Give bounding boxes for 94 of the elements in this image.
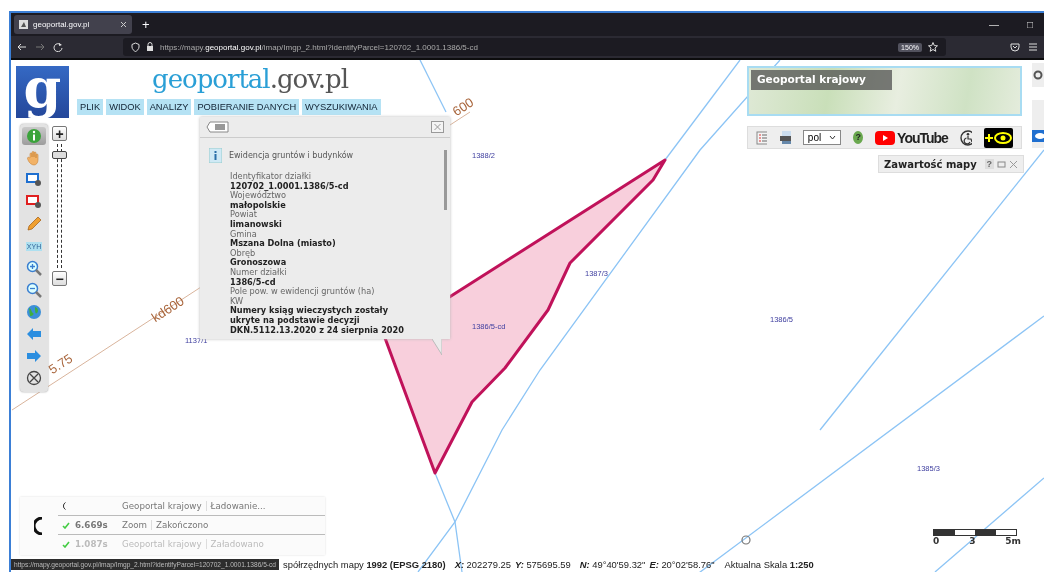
coordinate: X: 202279.25: [454, 559, 511, 570]
layer-name: Zoom: [122, 520, 148, 530]
globe-icon: [25, 303, 43, 321]
area-clear-icon: [25, 193, 43, 211]
field-label: Powiat: [230, 210, 257, 220]
zoom-slider-thumb[interactable]: [52, 150, 67, 159]
spinner-icon: [34, 517, 44, 535]
area-select-icon: [25, 171, 43, 189]
zoom-in-icon: [25, 259, 43, 277]
scale-label: 5m: [1005, 536, 1021, 546]
favicon-icon: [19, 20, 28, 29]
youtube-link[interactable]: YouTube: [875, 129, 948, 146]
load-time: 1.087s: [75, 539, 108, 549]
legend-icon[interactable]: [756, 130, 767, 145]
layer-name: Geoportal krajowy: [122, 539, 202, 549]
scale-label: 3: [969, 536, 976, 546]
window-control-button[interactable]: □: [1015, 19, 1044, 30]
caret-icon: [829, 135, 837, 140]
bookmark-star-icon[interactable]: [928, 42, 938, 52]
list-icon[interactable]: [206, 121, 230, 133]
field-value: Mszana Dolna (miasto): [230, 239, 337, 249]
wheelchair-icon[interactable]: [959, 129, 973, 146]
info-icon: [25, 127, 43, 145]
zoom-in-button[interactable]: +: [52, 126, 67, 141]
site-title[interactable]: geoportal.gov.pl: [152, 64, 349, 94]
gear-icon[interactable]: [1033, 70, 1043, 80]
pocket-icon[interactable]: [1010, 42, 1020, 52]
menu-item[interactable]: ANALIZY: [146, 99, 192, 115]
help-button[interactable]: ?: [984, 159, 994, 169]
maximize-icon[interactable]: [997, 159, 1006, 169]
coordinate-system: spółrzędnych mapy 1992 (EPSG 2180): [283, 559, 446, 570]
help-button[interactable]: ?: [853, 131, 864, 144]
road-label: 600: [449, 94, 477, 119]
field-value: 1386/5-cd: [230, 277, 277, 287]
field-label: Województwo: [230, 191, 287, 201]
zoom-slider[interactable]: [52, 141, 67, 271]
zoom-out-icon: [25, 281, 43, 299]
eye-icon[interactable]: [1032, 130, 1044, 142]
panel-title: Zawartość mapy: [884, 158, 978, 170]
back-icon[interactable]: [17, 42, 27, 52]
menu-icon[interactable]: [1028, 42, 1038, 52]
scrollbar[interactable]: [444, 150, 447, 210]
printer-icon[interactable]: [778, 130, 791, 145]
map-scale: Aktualna Skala 1:250: [724, 559, 814, 570]
load-status: Załadowano: [205, 539, 264, 549]
field-label: Obręb: [230, 248, 256, 259]
browser-tab[interactable]: geoportal.gov.pl: [14, 15, 132, 34]
forward-icon[interactable]: [35, 42, 45, 52]
field-value: Gronoszowa: [230, 258, 288, 268]
load-status: Zakończono: [151, 520, 209, 530]
load-time: 6.669s: [75, 520, 108, 530]
close-icon[interactable]: [120, 21, 127, 28]
point-marker: [741, 535, 751, 545]
new-tab-button[interactable]: +: [138, 17, 154, 32]
coordinate: N: 49°40'59.32": [579, 559, 646, 570]
coordinate: Y: 575695.59: [514, 559, 571, 570]
tool-button[interactable]: [22, 127, 46, 145]
contrast-button[interactable]: [984, 127, 1013, 148]
menu-item[interactable]: WIDOK: [106, 99, 144, 115]
tab-title: geoportal.gov.pl: [33, 20, 91, 29]
pencil-icon: [25, 215, 43, 233]
url-text: https://mapy.geoportal.gov.pl/imap/Imgp_2.html?identifyParcel=120702_1.0001.1386/5-cd: [160, 42, 478, 52]
menu-item[interactable]: PLIK: [77, 99, 104, 115]
window-control-button[interactable]: —: [977, 19, 1010, 30]
field-label: Pole pow. w ewidencji gruntów (ha): [230, 287, 376, 297]
menu-item[interactable]: WYSZUKIWANIA: [302, 99, 381, 115]
language-select[interactable]: pol: [802, 130, 842, 145]
coordinate: E: 20°02'58.76": [649, 559, 715, 570]
crosshair-icon: [25, 369, 43, 387]
field-value: 120702_1.0001.1386/5-cd: [230, 181, 350, 192]
field-value: Numery ksiąg wieczystych zostały ukryte na podstawie decyzji DKN.5112.13.2020 z 24 sierpnia 2020: [230, 306, 405, 336]
load-status: Ładowanie...: [205, 501, 266, 511]
plus-icon: [984, 133, 993, 142]
eye-icon: [994, 131, 1013, 144]
play-icon: [875, 130, 896, 145]
shield-icon: [131, 42, 140, 52]
logo[interactable]: g: [16, 66, 69, 118]
scale-label: 0: [933, 536, 940, 546]
layer-name: Geoportal krajowy: [122, 501, 202, 511]
field-value: małopolskie: [230, 200, 287, 211]
field-label: KW: [230, 296, 245, 306]
field-value: limanowski: [230, 219, 283, 230]
lock-icon: [146, 42, 154, 52]
field-label: Numer działki: [230, 267, 288, 278]
menu-item[interactable]: POBIERANIE DANYCH: [194, 99, 300, 115]
field-label: Identyfikator działki: [230, 172, 312, 182]
reload-icon[interactable]: [53, 42, 63, 52]
road-label: 5.75: [45, 350, 76, 377]
info-icon: [209, 148, 222, 163]
basemap-title: Geoportal krajowy: [751, 70, 892, 90]
field-label: Gmina: [230, 229, 258, 239]
forward-icon: [25, 347, 43, 365]
zoom-out-button[interactable]: −: [52, 271, 67, 286]
popup-title: Ewidencja gruntów i budynków: [229, 151, 354, 160]
